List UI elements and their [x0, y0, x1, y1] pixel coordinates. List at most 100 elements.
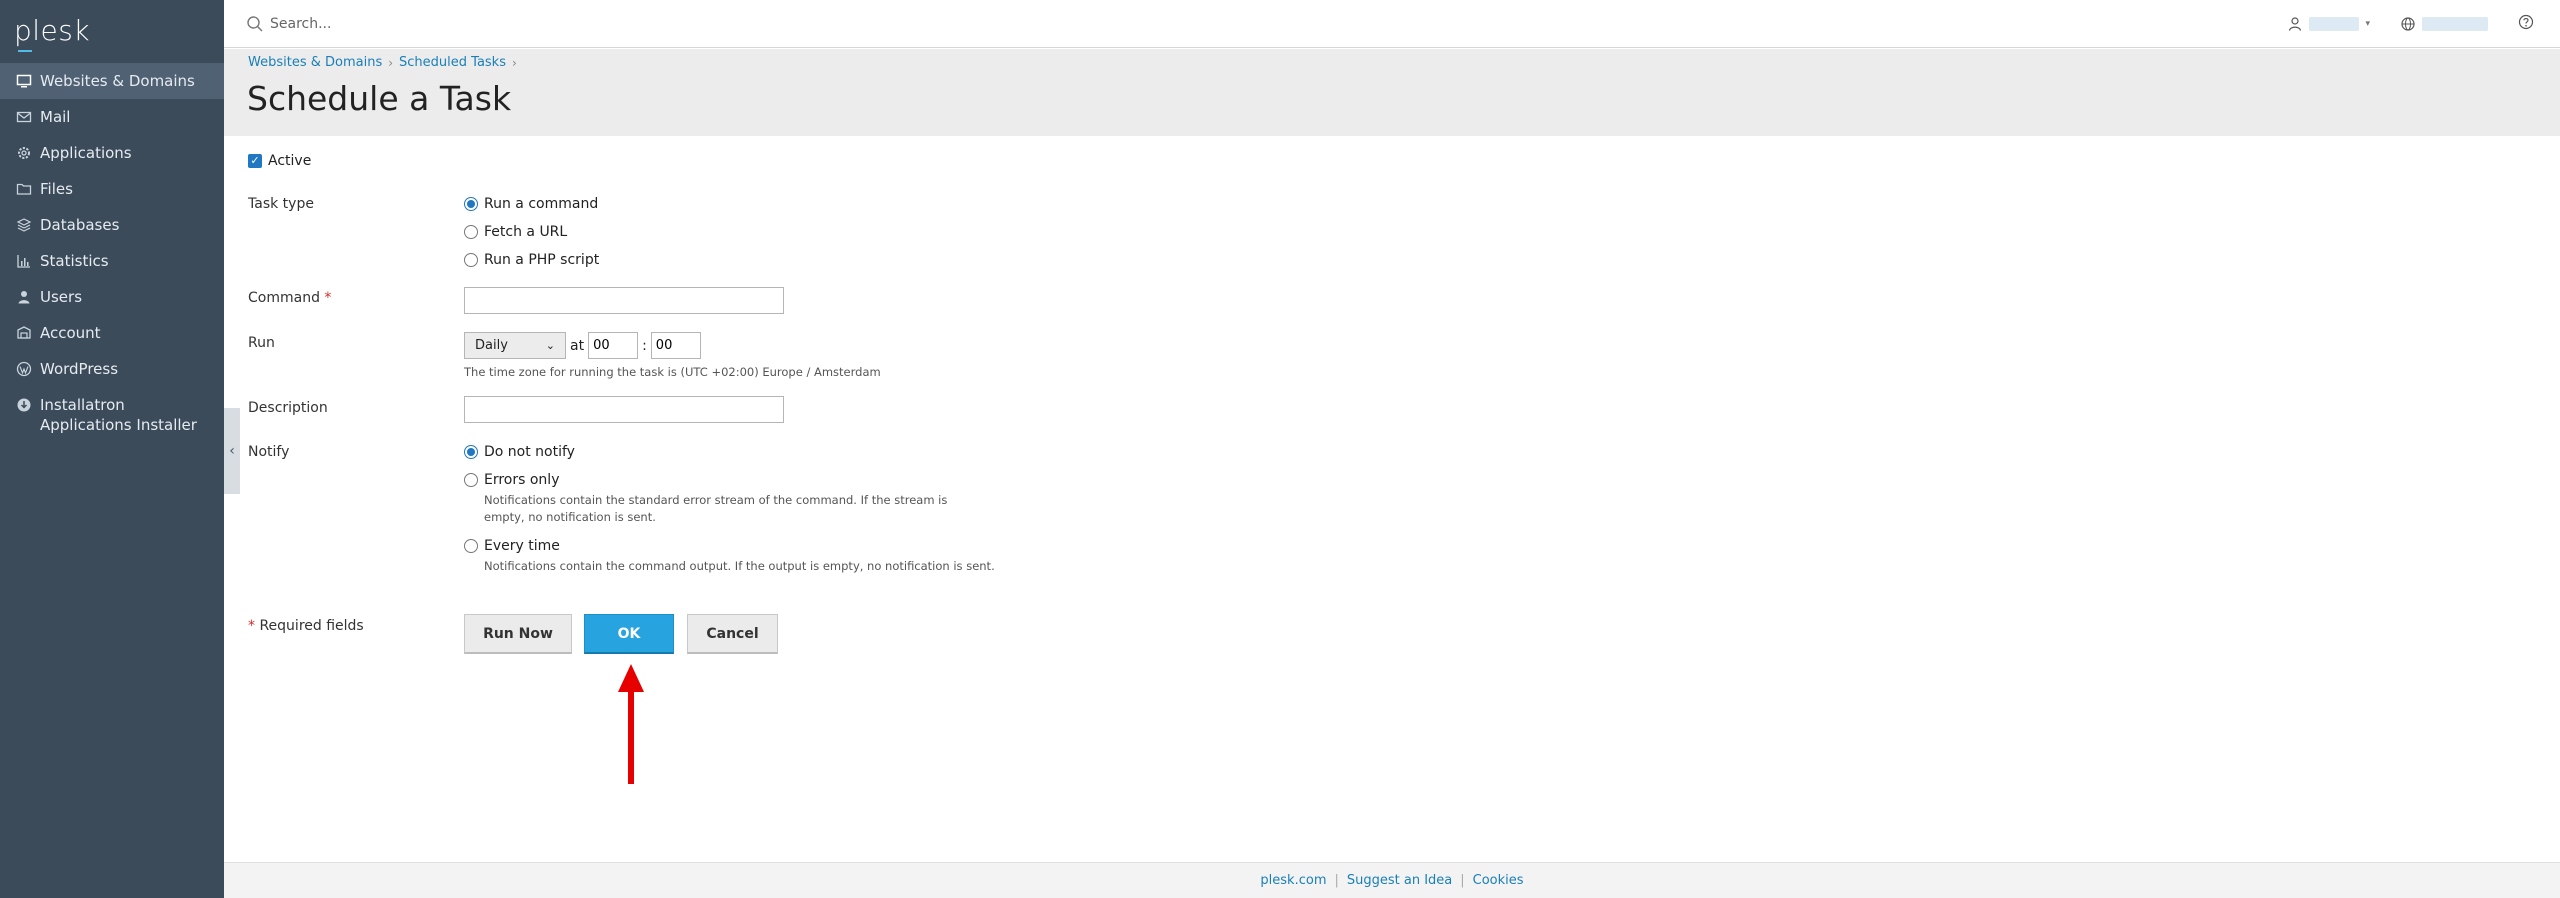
sidebar-item-label: Mail: [40, 108, 71, 126]
domain-menu[interactable]: [2400, 16, 2488, 32]
sidebar-item-wordpress[interactable]: WordPress: [0, 351, 224, 387]
installatron-icon: [16, 397, 32, 413]
breadcrumb-scheduled-tasks[interactable]: Scheduled Tasks: [399, 55, 506, 70]
sidebar-item-users[interactable]: Users: [0, 279, 224, 315]
required-mark: *: [324, 290, 332, 306]
task-type-run-command[interactable]: Run a command: [464, 194, 599, 214]
task-type-fetch-url[interactable]: Fetch a URL: [464, 222, 599, 242]
user-name-redacted: [2309, 17, 2360, 31]
notify-every-time[interactable]: Every time: [464, 536, 995, 556]
help-icon: [2518, 14, 2534, 30]
radio[interactable]: [464, 473, 478, 487]
footer-separator: |: [1334, 873, 1339, 888]
monitor-icon: [16, 73, 32, 89]
breadcrumb-separator-icon: ›: [511, 55, 517, 70]
sidebar-nav: Websites & Domains Mail Applications Fil…: [0, 63, 224, 443]
search-icon: [246, 15, 264, 33]
notify-errors-only[interactable]: Errors only: [464, 470, 995, 490]
sidebar-item-account[interactable]: Account: [0, 315, 224, 351]
minute-input[interactable]: [650, 332, 701, 359]
bar-chart-icon: [16, 253, 32, 269]
run-now-button[interactable]: Run Now: [464, 614, 572, 654]
sidebar-item-label: WordPress: [40, 360, 119, 378]
footer-link-plesk[interactable]: plesk.com: [1260, 873, 1326, 888]
footer-link-suggest-idea[interactable]: Suggest an Idea: [1347, 873, 1452, 888]
time-separator: :: [642, 337, 647, 354]
breadcrumb-separator-icon: ›: [388, 55, 394, 70]
run-label: Run: [248, 335, 275, 351]
sidebar-item-applications[interactable]: Applications: [0, 135, 224, 171]
sidebar-item-websites-domains[interactable]: Websites & Domains: [0, 63, 224, 99]
header-actions: ▾: [2287, 0, 2560, 48]
sidebar-item-label: Files: [40, 180, 73, 198]
breadcrumb: Websites & Domains › Scheduled Tasks ›: [248, 55, 517, 70]
required-fields-text: Required fields: [259, 618, 364, 634]
radio[interactable]: [464, 225, 478, 239]
user-menu[interactable]: ▾: [2287, 16, 2370, 32]
sidebar-collapse-handle[interactable]: ‹: [224, 408, 240, 494]
command-label-text: Command: [248, 290, 320, 306]
task-type-run-php[interactable]: Run a PHP script: [464, 250, 599, 270]
command-input[interactable]: [464, 287, 784, 314]
notify-do-not-notify[interactable]: Do not notify: [464, 442, 995, 462]
notify-group: Do not notify Errors only Notifications …: [464, 442, 995, 575]
required-fields-note: * Required fields: [248, 618, 364, 634]
radio-label: Run a command: [484, 196, 599, 212]
run-schedule: Daily ⌄ at :: [464, 332, 701, 359]
sidebar-item-label: Applications: [40, 144, 132, 162]
radio-selected[interactable]: [464, 197, 478, 211]
footer-separator: |: [1460, 873, 1465, 888]
sidebar-item-files[interactable]: Files: [0, 171, 224, 207]
logo-underline: [18, 50, 32, 52]
sidebar-item-databases[interactable]: Databases: [0, 207, 224, 243]
user-icon: [16, 289, 32, 305]
page-header: Websites & Domains › Scheduled Tasks › S…: [224, 49, 2560, 136]
database-icon: [16, 217, 32, 233]
hour-input[interactable]: [588, 332, 639, 359]
chevron-left-icon: ‹: [229, 443, 235, 459]
plesk-logo[interactable]: plesk: [14, 14, 90, 52]
radio-label: Fetch a URL: [484, 224, 568, 240]
run-frequency-select[interactable]: Daily ⌄: [464, 332, 566, 359]
chevron-down-icon: ⌄: [545, 339, 555, 352]
task-type-label: Task type: [248, 196, 314, 212]
radio-label: Do not notify: [484, 444, 575, 460]
globe-icon: [2400, 16, 2416, 32]
sidebar-item-installatron[interactable]: Installatron Applications Installer: [0, 387, 224, 443]
radio[interactable]: [464, 253, 478, 267]
radio-label: Run a PHP script: [484, 252, 600, 268]
red-arrow-annotation: [618, 664, 644, 784]
cancel-button[interactable]: Cancel: [687, 614, 778, 654]
description-input[interactable]: [464, 396, 784, 423]
select-value: Daily: [475, 338, 508, 353]
task-type-group: Run a command Fetch a URL Run a PHP scri…: [464, 194, 599, 270]
sidebar-item-label: Users: [40, 288, 83, 306]
footer: plesk.com | Suggest an Idea | Cookies: [224, 862, 2560, 898]
timezone-hint: The time zone for running the task is (U…: [464, 365, 881, 379]
wordpress-icon: [16, 361, 32, 377]
footer-link-cookies[interactable]: Cookies: [1473, 873, 1524, 888]
gear-icon: [16, 145, 32, 161]
notify-label: Notify: [248, 444, 290, 460]
radio-label: Errors only: [484, 472, 560, 488]
sidebar-item-label: Databases: [40, 216, 120, 234]
account-icon: [16, 325, 32, 341]
required-mark: *: [248, 618, 255, 634]
errors-only-hint: Notifications contain the standard error…: [484, 493, 948, 524]
active-checkbox-row[interactable]: ✓ Active: [248, 151, 311, 171]
sidebar-item-label: Installatron Applications Installer: [40, 396, 197, 434]
radio[interactable]: [464, 539, 478, 553]
breadcrumb-websites-domains[interactable]: Websites & Domains: [248, 55, 382, 70]
sidebar-item-statistics[interactable]: Statistics: [0, 243, 224, 279]
active-checkbox[interactable]: ✓: [248, 154, 262, 168]
sidebar-item-mail[interactable]: Mail: [0, 99, 224, 135]
top-header: ▾: [224, 0, 2560, 48]
sidebar: plesk Websites & Domains Mail Applicatio…: [0, 0, 224, 898]
help-button[interactable]: [2518, 14, 2534, 34]
at-label: at: [570, 337, 585, 354]
ok-button[interactable]: OK: [584, 614, 674, 654]
radio-label: Every time: [484, 538, 560, 554]
search-input[interactable]: [270, 10, 870, 38]
radio-selected[interactable]: [464, 445, 478, 459]
chevron-down-icon: ▾: [2365, 19, 2370, 29]
